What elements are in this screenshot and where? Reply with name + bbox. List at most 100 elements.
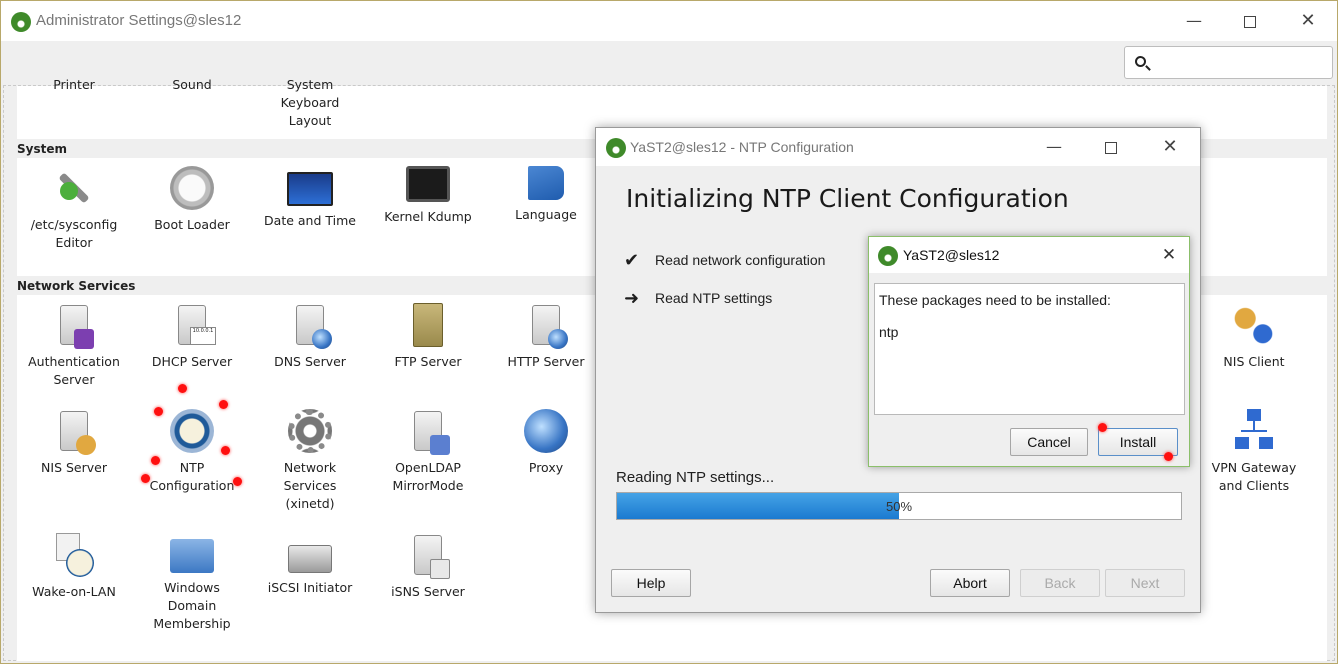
- module-label: Authentication Server: [28, 354, 120, 387]
- step-label: Read network configuration: [655, 252, 826, 268]
- module-nis-server[interactable]: NIS Server: [15, 409, 133, 477]
- module-proxy[interactable]: Proxy: [487, 409, 605, 477]
- pkg-dialog-title: YaST2@sles12: [903, 247, 1000, 263]
- click-marker-dot: [141, 474, 150, 483]
- click-marker-dot: [151, 456, 160, 465]
- module-label: Boot Loader: [154, 217, 230, 232]
- help-button[interactable]: Help: [611, 569, 691, 597]
- module-http-server[interactable]: HTTP Server: [487, 303, 605, 371]
- step-label: Read NTP settings: [655, 290, 773, 306]
- module-sysconfig-editor[interactable]: /etc/sysconfig Editor: [15, 166, 133, 252]
- module-language[interactable]: Language: [487, 166, 605, 224]
- back-button[interactable]: Back: [1020, 569, 1100, 597]
- wake-on-lan-icon: [52, 533, 96, 577]
- yast-logo-icon: [878, 246, 898, 266]
- network-icon: [1232, 409, 1276, 453]
- search-box[interactable]: [1124, 46, 1333, 79]
- module-sound[interactable]: Sound: [133, 76, 251, 94]
- pkg-titlebar[interactable]: YaST2@sles12 ✕: [869, 237, 1189, 273]
- abort-button[interactable]: Abort: [930, 569, 1010, 597]
- module-openldap-mirrormode[interactable]: OpenLDAP MirrorMode: [369, 409, 487, 495]
- ntp-heading: Initializing NTP Client Configuration: [626, 184, 1069, 213]
- module-label: VPN Gateway and Clients: [1211, 460, 1297, 493]
- dhcp-server-icon: 10.0.0.1: [170, 303, 216, 347]
- click-marker-dot: [219, 400, 228, 409]
- gear-icon: [288, 409, 332, 453]
- module-label: Wake-on-LAN: [32, 584, 116, 599]
- ntp-titlebar[interactable]: YaST2@sles12 - NTP Configuration — ✕: [596, 128, 1200, 166]
- close-button[interactable]: ✕: [1293, 9, 1323, 33]
- module-network-services-xinetd[interactable]: Network Services (xinetd): [251, 409, 369, 513]
- module-kernel-kdump[interactable]: Kernel Kdump: [369, 166, 487, 226]
- yast-logo-icon: [11, 12, 31, 32]
- module-label: Sound: [172, 77, 212, 92]
- module-iscsi-initiator[interactable]: iSCSI Initiator: [251, 533, 369, 597]
- module-label: NIS Server: [41, 460, 107, 475]
- maximize-button[interactable]: [1235, 9, 1265, 33]
- ntp-maximize-button[interactable]: [1096, 135, 1126, 159]
- category-title-network-services: Network Services: [17, 279, 136, 293]
- flag-icon: [528, 166, 564, 200]
- module-label: Language: [515, 207, 577, 222]
- click-marker-dot: [154, 407, 163, 416]
- module-nis-client[interactable]: NIS Client: [1195, 303, 1313, 371]
- module-label: NIS Client: [1223, 354, 1285, 369]
- world-map-icon: [287, 172, 333, 206]
- module-date-and-time[interactable]: Date and Time: [251, 166, 369, 230]
- module-label: iSCSI Initiator: [267, 580, 353, 595]
- module-boot-loader[interactable]: Boot Loader: [133, 166, 251, 234]
- progress-label: Reading NTP settings...: [616, 469, 775, 486]
- power-icon: [170, 166, 214, 210]
- next-button[interactable]: Next: [1105, 569, 1185, 597]
- module-printer[interactable]: Printer: [15, 76, 133, 94]
- main-titlebar[interactable]: Administrator Settings@sles12 — ✕: [1, 1, 1337, 41]
- step-read-ntp: ➜ Read NTP settings: [624, 288, 772, 309]
- pkg-message: These packages need to be installed:: [879, 292, 1111, 308]
- module-label: Date and Time: [264, 213, 356, 228]
- ntp-dialog-title: YaST2@sles12 - NTP Configuration: [630, 139, 854, 155]
- ntp-minimize-button[interactable]: —: [1039, 135, 1069, 159]
- isns-server-icon: [406, 533, 450, 579]
- search-input[interactable]: [1155, 52, 1325, 74]
- module-vpn-gateway[interactable]: VPN Gateway and Clients: [1195, 409, 1313, 495]
- ldap-server-icon: [406, 409, 450, 455]
- nis-server-icon: [52, 409, 96, 455]
- click-marker-dot: [1164, 452, 1173, 461]
- module-label: Proxy: [528, 460, 564, 475]
- module-wake-on-lan[interactable]: Wake-on-LAN: [15, 533, 133, 601]
- progress-percent: 50%: [885, 499, 913, 514]
- search-icon: [1135, 56, 1146, 67]
- module-label: /etc/sysconfig Editor: [30, 217, 118, 250]
- package-name: ntp: [879, 324, 899, 340]
- windows-folder-icon: [170, 539, 214, 573]
- module-authentication-server[interactable]: Authentication Server: [15, 303, 133, 389]
- cancel-button[interactable]: Cancel: [1010, 428, 1088, 456]
- module-dns-server[interactable]: DNS Server: [251, 303, 369, 371]
- category-title-system: System: [17, 142, 67, 156]
- checkmark-icon: ✔: [624, 250, 640, 270]
- module-label: Kernel Kdump: [384, 209, 472, 224]
- ftp-cabinet-icon: [413, 303, 443, 347]
- click-marker-dot: [221, 446, 230, 455]
- pkg-close-button[interactable]: ✕: [1157, 243, 1181, 267]
- module-windows-domain-membership[interactable]: Windows Domain Membership: [133, 533, 251, 633]
- package-list-box[interactable]: These packages need to be installed: ntp: [874, 283, 1185, 415]
- clock-icon: [170, 409, 214, 453]
- click-marker-dot: [1098, 423, 1107, 432]
- ntp-close-button[interactable]: ✕: [1155, 135, 1185, 159]
- minimize-button[interactable]: —: [1179, 9, 1209, 33]
- module-system-keyboard-layout[interactable]: System Keyboard Layout: [251, 76, 369, 130]
- monitor-icon: [406, 166, 450, 202]
- module-isns-server[interactable]: iSNS Server: [369, 533, 487, 601]
- yast-logo-icon: [606, 138, 626, 158]
- module-ftp-server[interactable]: FTP Server: [369, 303, 487, 371]
- module-label: Printer: [53, 77, 95, 92]
- progress-bar: 50%: [616, 492, 1182, 520]
- dns-server-icon: [288, 303, 332, 349]
- module-dhcp-server[interactable]: 10.0.0.1 DHCP Server: [133, 303, 251, 371]
- arrow-right-icon: ➜: [624, 288, 640, 308]
- main-window-title: Administrator Settings@sles12: [36, 12, 242, 29]
- module-label: System Keyboard Layout: [280, 77, 340, 128]
- maximize-icon: [1244, 15, 1256, 28]
- wrench-icon: [52, 166, 96, 210]
